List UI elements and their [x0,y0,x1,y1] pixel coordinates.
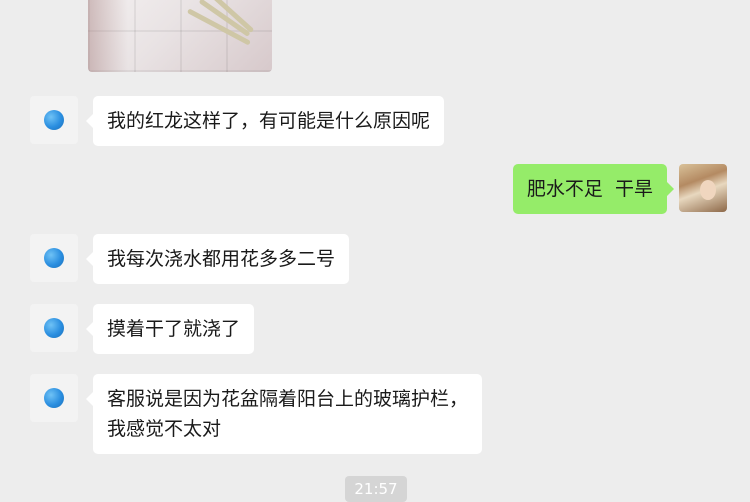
incoming-message[interactable]: 我每次浇水都用花多多二号 [85,234,350,284]
outgoing-message[interactable]: 肥水不足 干旱 [512,164,675,214]
contact-avatar[interactable] [30,374,78,422]
chat-view: 我的红龙这样了，有可能是什么原因呢 肥水不足 干旱 我每次浇水都用花多多二号 摸… [0,0,750,502]
portrait-avatar-icon [700,180,716,200]
contact-avatar[interactable] [30,234,78,282]
blue-dot-avatar-icon [44,388,64,408]
blue-dot-avatar-icon [44,248,64,268]
contact-avatar[interactable] [30,96,78,144]
blue-dot-avatar-icon [44,110,64,130]
message-timestamp: 21:57 [345,476,407,502]
incoming-message[interactable]: 客服说是因为花盆隔着阳台上的玻璃护栏， 我感觉不太对 [85,374,483,454]
contact-avatar[interactable] [30,304,78,352]
blue-dot-avatar-icon [44,318,64,338]
message-text: 摸着干了就浇了 [107,318,241,340]
incoming-message[interactable]: 我的红龙这样了，有可能是什么原因呢 [85,96,445,146]
message-text-line: 我感觉不太对 [107,418,222,440]
image-message[interactable] [88,0,272,72]
message-text: 我的红龙这样了，有可能是什么原因呢 [107,110,431,132]
user-avatar[interactable] [679,164,727,212]
message-text: 肥水不足 干旱 [526,178,653,200]
image-shadow [88,0,128,72]
message-text: 我每次浇水都用花多多二号 [107,248,336,270]
message-text-line: 客服说是因为花盆隔着阳台上的玻璃护栏， [107,388,469,410]
incoming-message[interactable]: 摸着干了就浇了 [85,304,255,354]
